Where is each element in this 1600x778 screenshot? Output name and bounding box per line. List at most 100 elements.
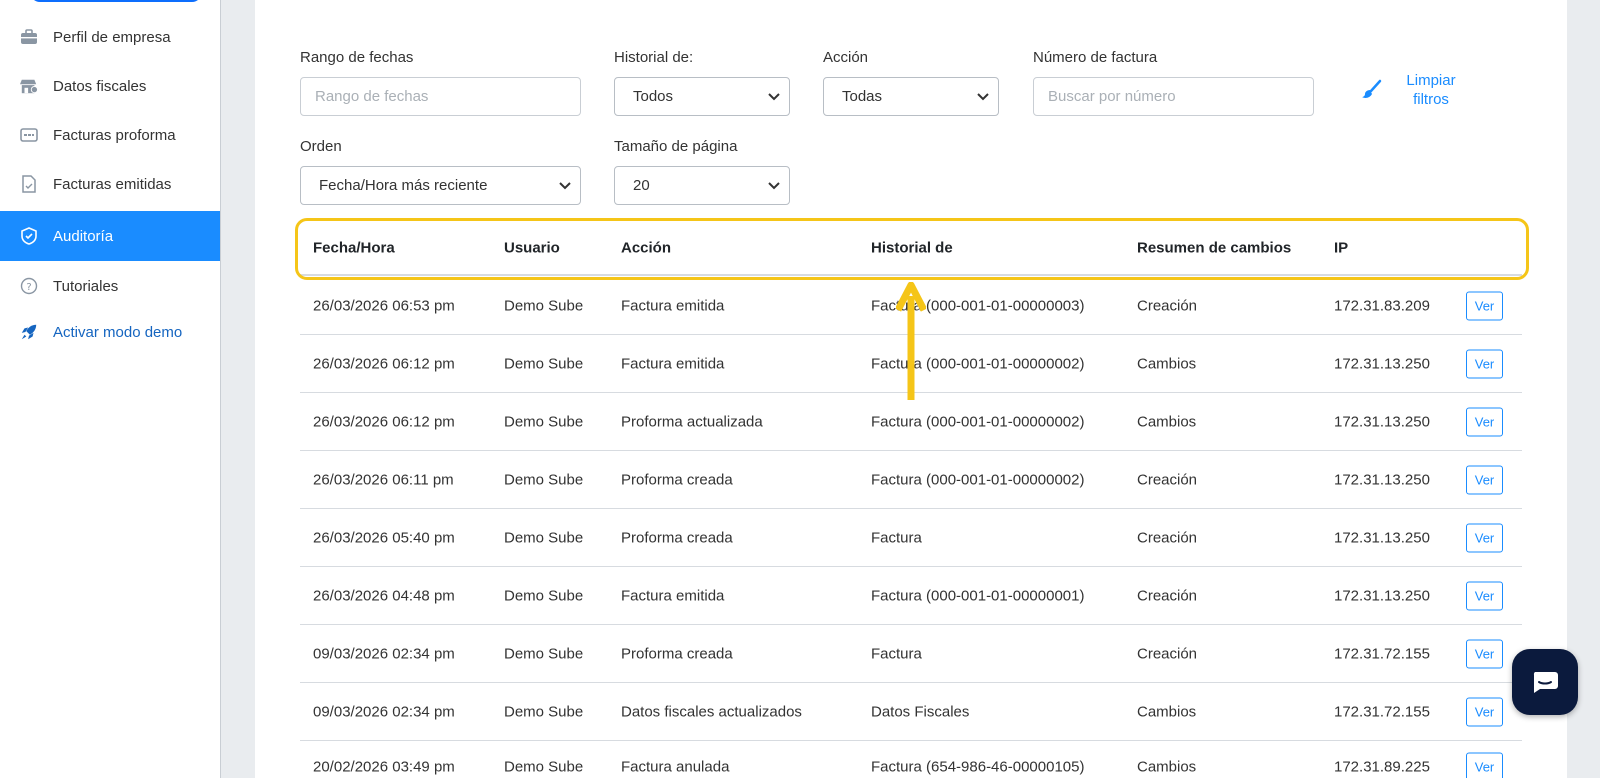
chat-button[interactable] xyxy=(1512,649,1578,715)
date-range-input[interactable]: Rango de fechas xyxy=(300,77,581,116)
cell-resumen: Creación xyxy=(1137,645,1198,662)
cell-fecha: 09/03/2026 02:34 pm xyxy=(313,703,455,720)
order-select[interactable]: Fecha/Hora más reciente xyxy=(300,166,581,205)
view-button[interactable]: Ver xyxy=(1466,291,1503,320)
view-button[interactable]: Ver xyxy=(1466,349,1503,378)
cell-historial: Factura (000-001-01-00000001) xyxy=(871,587,1085,604)
table-row: 26/03/2026 04:48 pm Demo Sube Factura em… xyxy=(300,567,1522,625)
clear-filters-label-2: filtros xyxy=(1413,91,1449,108)
sidebar-item-label: Facturas proforma xyxy=(53,126,176,144)
column-header-resumen[interactable]: Resumen de cambios xyxy=(1137,240,1291,257)
view-button[interactable]: Ver xyxy=(1466,752,1503,778)
cell-accion: Proforma creada xyxy=(621,645,733,662)
column-header-fecha[interactable]: Fecha/Hora xyxy=(313,240,395,257)
cell-accion: Datos fiscales actualizados xyxy=(621,703,802,720)
sidebar-item-label: Auditoría xyxy=(53,227,114,245)
cell-usuario: Demo Sube xyxy=(504,297,584,314)
cell-accion: Proforma creada xyxy=(621,471,733,488)
cell-resumen: Creación xyxy=(1137,297,1198,314)
cell-historial: Factura (000-001-01-00000002) xyxy=(871,413,1085,430)
sidebar-top-button[interactable] xyxy=(30,0,202,2)
cell-resumen: Cambios xyxy=(1137,758,1197,776)
clear-filters-button[interactable]: Limpiar filtros xyxy=(1360,70,1480,110)
table-row: 26/03/2026 06:12 pm Demo Sube Proforma a… xyxy=(300,393,1522,451)
cell-historial: Factura (000-001-01-00000003) xyxy=(871,297,1085,314)
sidebar-item-label: Datos fiscales xyxy=(53,77,147,95)
sidebar-item-label: Perfil de empresa xyxy=(53,28,171,46)
table-row: 26/03/2026 06:53 pm Demo Sube Factura em… xyxy=(300,277,1522,335)
cell-ip: 172.31.13.250 xyxy=(1334,355,1430,372)
column-header-usuario[interactable]: Usuario xyxy=(504,240,560,257)
rocket-icon xyxy=(20,323,38,341)
order-label: Orden xyxy=(300,138,342,155)
column-header-accion[interactable]: Acción xyxy=(621,240,671,257)
sidebar-item-perfil-empresa[interactable]: Perfil de empresa xyxy=(0,12,220,62)
clear-filters-label-1: Limpiar xyxy=(1406,72,1456,89)
cell-resumen: Cambios xyxy=(1137,703,1197,720)
cell-ip: 172.31.13.250 xyxy=(1334,587,1430,604)
cell-accion: Factura emitida xyxy=(621,587,725,604)
table-row: 26/03/2026 06:12 pm Demo Sube Factura em… xyxy=(300,335,1522,393)
cell-accion: Proforma creada xyxy=(621,529,733,546)
cell-accion: Factura emitida xyxy=(621,297,725,314)
history-label: Historial de: xyxy=(614,49,694,66)
sidebar-item-datos-fiscales[interactable]: Datos fiscales xyxy=(0,61,220,111)
view-button[interactable]: Ver xyxy=(1466,523,1503,552)
view-button[interactable]: Ver xyxy=(1466,697,1503,726)
cell-usuario: Demo Sube xyxy=(504,703,584,720)
column-header-ip[interactable]: IP xyxy=(1334,240,1348,257)
cell-ip: 172.31.89.225 xyxy=(1334,758,1430,776)
cell-resumen: Cambios xyxy=(1137,413,1197,430)
sidebar-item-auditoria[interactable]: Auditoría xyxy=(0,211,220,261)
cell-fecha: 26/03/2026 06:53 pm xyxy=(313,297,455,314)
invoice-number-input[interactable]: Buscar por número xyxy=(1033,77,1314,116)
shield-icon xyxy=(20,227,38,245)
cell-usuario: Demo Sube xyxy=(504,587,584,604)
cell-usuario: Demo Sube xyxy=(504,355,584,372)
view-button[interactable]: Ver xyxy=(1466,639,1503,668)
sidebar-item-facturas-emitidas[interactable]: Facturas emitidas xyxy=(0,159,220,209)
chevron-down-icon xyxy=(768,182,780,190)
invoice-number-label: Número de factura xyxy=(1033,49,1158,66)
cell-fecha: 20/02/2026 03:49 pm xyxy=(313,758,455,776)
column-header-historial[interactable]: Historial de xyxy=(871,240,953,257)
sidebar: Perfil de empresa Datos fiscales Factura… xyxy=(0,0,221,778)
history-select[interactable]: Todos xyxy=(614,77,790,116)
sidebar-item-modo-demo[interactable]: Activar modo demo xyxy=(0,307,220,357)
cell-ip: 172.31.83.209 xyxy=(1334,297,1430,314)
sidebar-item-label: Activar modo demo xyxy=(53,323,183,341)
cell-fecha: 26/03/2026 06:11 pm xyxy=(313,471,454,488)
svg-text:?: ? xyxy=(26,282,31,293)
sidebar-item-tutoriales[interactable]: ? Tutoriales xyxy=(0,261,220,311)
cell-ip: 172.31.13.250 xyxy=(1334,413,1430,430)
briefcase-icon xyxy=(20,28,38,46)
cell-accion: Proforma actualizada xyxy=(621,413,763,430)
cell-accion: Factura emitida xyxy=(621,355,725,372)
cell-fecha: 26/03/2026 06:12 pm xyxy=(313,355,455,372)
cell-resumen: Creación xyxy=(1137,587,1198,604)
table-header: Fecha/Hora Usuario Acción Historial de R… xyxy=(300,222,1522,276)
cell-resumen: Creación xyxy=(1137,529,1198,546)
chevron-down-icon xyxy=(977,93,989,101)
sidebar-item-facturas-proforma[interactable]: Facturas proforma xyxy=(0,110,220,160)
cell-historial: Factura (000-001-01-00000002) xyxy=(871,355,1085,372)
view-button[interactable]: Ver xyxy=(1466,581,1503,610)
cell-usuario: Demo Sube xyxy=(504,413,584,430)
cell-historial: Factura xyxy=(871,529,922,546)
cell-fecha: 26/03/2026 05:40 pm xyxy=(313,529,455,546)
chevron-down-icon xyxy=(559,182,571,190)
cell-resumen: Creación xyxy=(1137,471,1198,488)
cell-ip: 172.31.72.155 xyxy=(1334,645,1430,662)
table-row: 20/02/2026 03:49 pm Demo Sube Factura an… xyxy=(300,741,1522,778)
cell-fecha: 26/03/2026 04:48 pm xyxy=(313,587,455,604)
page-size-select[interactable]: 20 xyxy=(614,166,790,205)
action-select[interactable]: Todas xyxy=(823,77,999,116)
view-button[interactable]: Ver xyxy=(1466,465,1503,494)
view-button[interactable]: Ver xyxy=(1466,407,1503,436)
cell-usuario: Demo Sube xyxy=(504,645,584,662)
document-icon xyxy=(20,175,38,193)
cell-accion: Factura anulada xyxy=(621,758,730,776)
cell-ip: 172.31.13.250 xyxy=(1334,471,1430,488)
sidebar-item-label: Tutoriales xyxy=(53,277,119,295)
page-size-label: Tamaño de página xyxy=(614,138,738,155)
